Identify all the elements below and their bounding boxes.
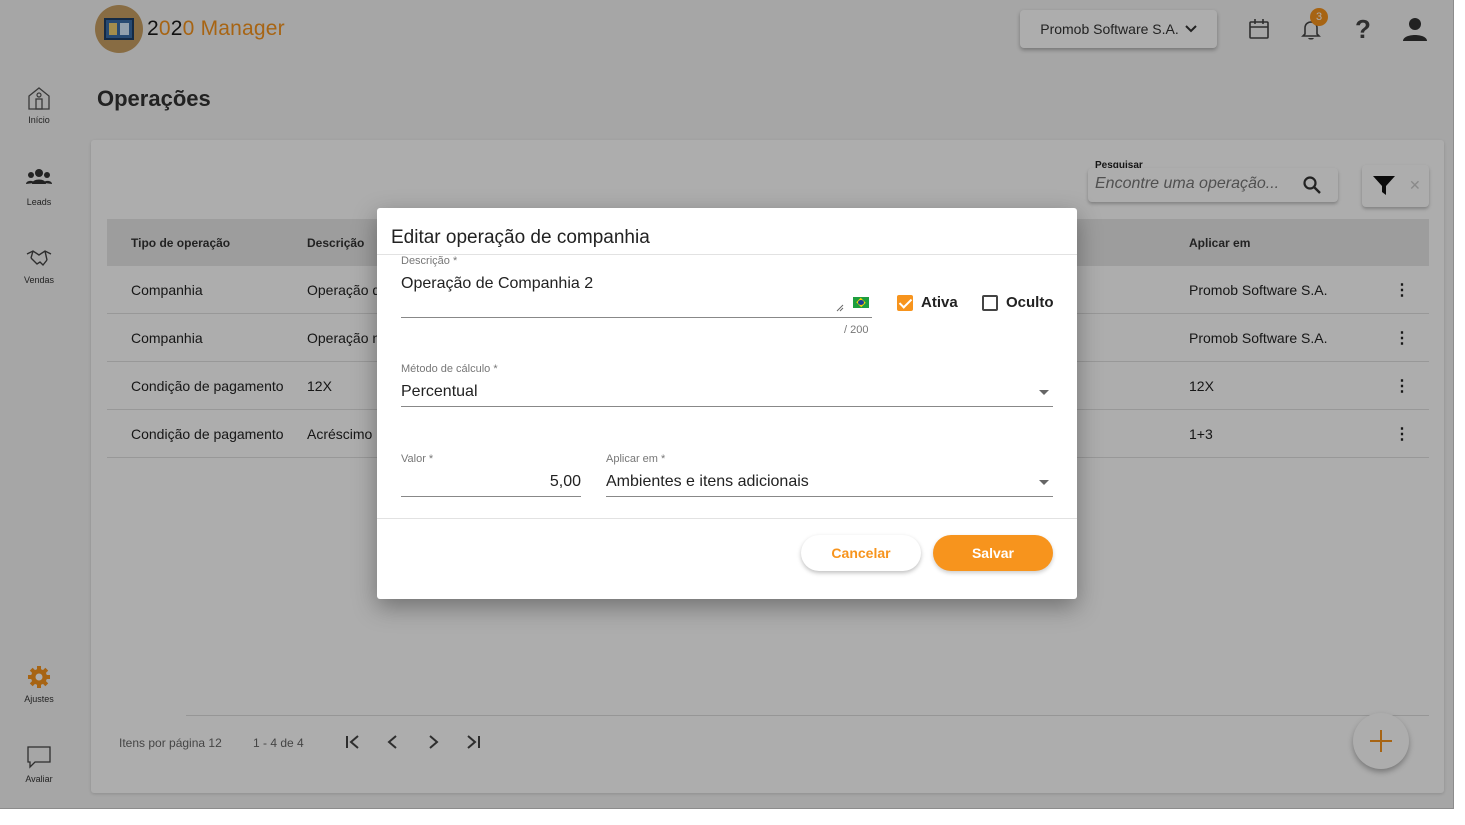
aplicar-select[interactable]: Ambientes e itens adicionais [606, 473, 809, 491]
edit-operation-dialog: Editar operação de companhia Descrição *… [377, 208, 1077, 599]
valor-label: Valor * [401, 453, 434, 465]
ativa-label[interactable]: Ativa [921, 294, 958, 311]
valor-underline [401, 496, 581, 497]
save-button[interactable]: Salvar [933, 535, 1053, 571]
metodo-underline [401, 406, 1053, 407]
oculto-checkbox[interactable] [982, 295, 998, 311]
aplicar-underline [606, 496, 1053, 497]
dialog-footer-divider [377, 518, 1077, 519]
oculto-label[interactable]: Oculto [1006, 294, 1054, 311]
dialog-header-divider [377, 254, 1077, 255]
ativa-checkbox[interactable] [897, 295, 913, 311]
metodo-label: Método de cálculo * [401, 363, 498, 375]
dropdown-caret-icon[interactable] [1039, 390, 1049, 395]
metodo-select[interactable]: Percentual [401, 383, 478, 401]
descricao-underline [401, 317, 872, 318]
valor-input[interactable]: 5,00 [401, 473, 581, 491]
descricao-label: Descrição * [401, 255, 458, 267]
descricao-textarea[interactable]: Operação de Companhia 2 [401, 275, 593, 293]
cancel-button[interactable]: Cancelar [801, 535, 921, 571]
dropdown-caret-icon[interactable] [1039, 480, 1049, 485]
dialog-title: Editar operação de companhia [391, 227, 650, 248]
resize-handle-icon[interactable] [836, 304, 844, 315]
aplicar-label: Aplicar em * [606, 453, 666, 465]
brazil-flag-icon[interactable] [853, 297, 869, 308]
character-counter: / 200 [844, 324, 869, 336]
